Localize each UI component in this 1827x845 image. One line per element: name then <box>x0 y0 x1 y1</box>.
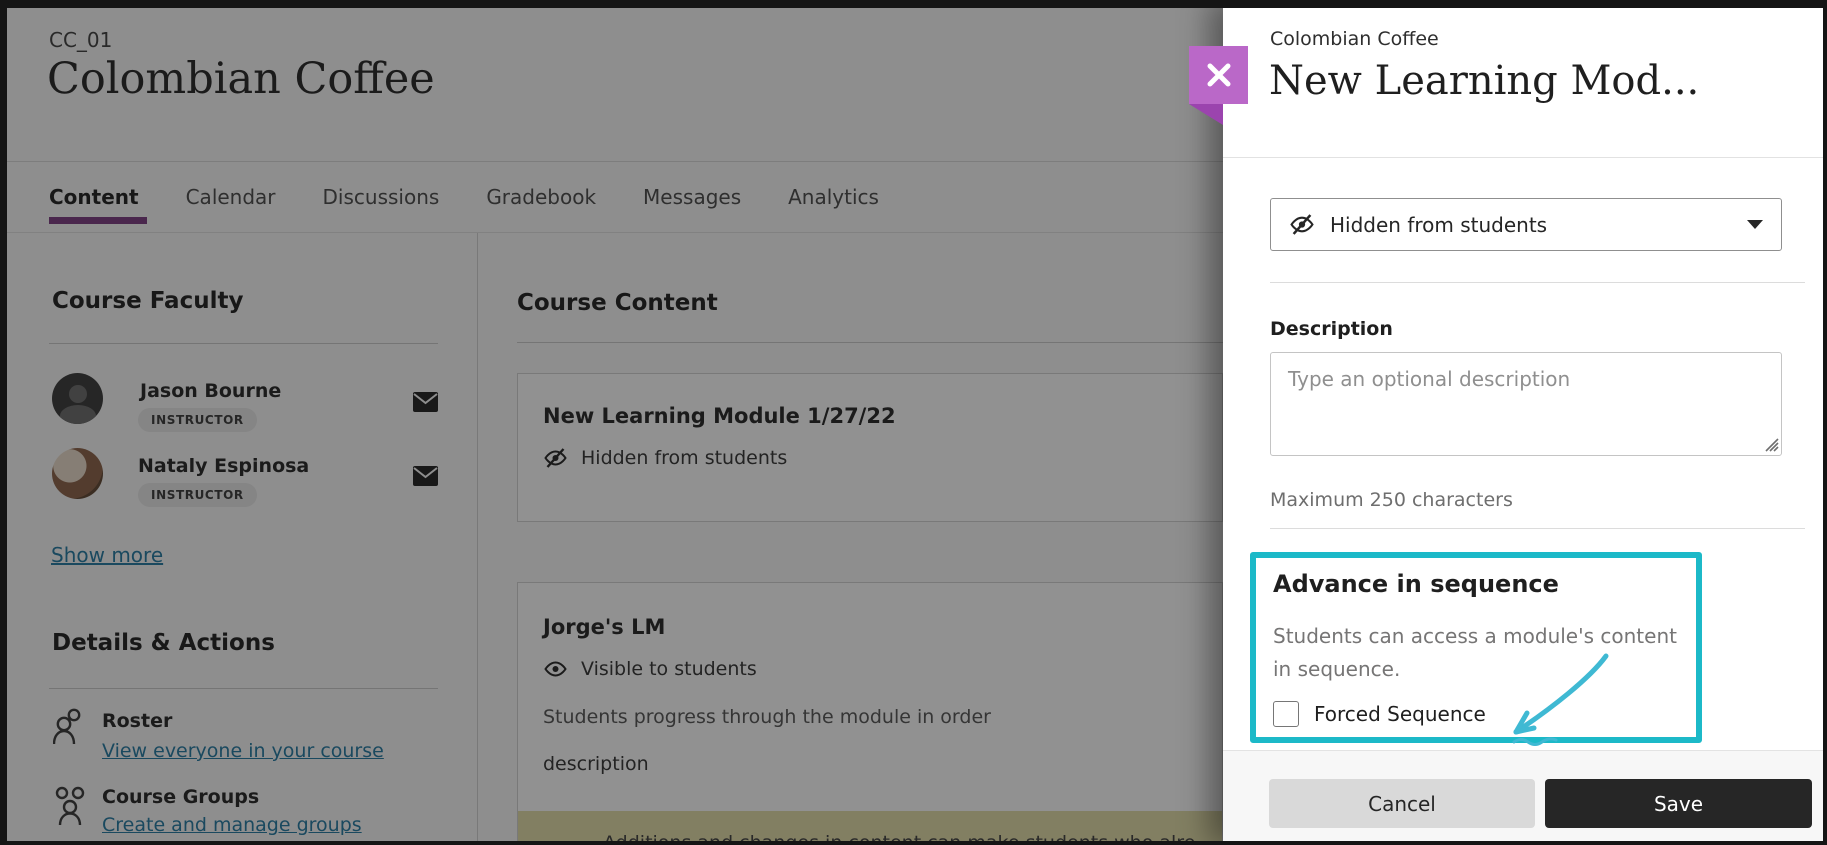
close-icon <box>1204 60 1234 90</box>
learning-module-panel: Colombian Coffee New Learning Mod... Hid… <box>1223 0 1827 845</box>
advance-in-sequence-highlight: Advance in sequence Students can access … <box>1250 552 1702 743</box>
advance-heading: Advance in sequence <box>1273 570 1559 598</box>
visibility-select[interactable]: Hidden from students <box>1270 198 1782 251</box>
visibility-select-value: Hidden from students <box>1330 213 1547 237</box>
close-button[interactable] <box>1189 46 1248 104</box>
panel-footer: Cancel Save <box>1223 750 1827 845</box>
advance-description: Students can access a module's content i… <box>1273 620 1683 686</box>
chevron-down-icon <box>1747 220 1763 229</box>
description-input[interactable] <box>1270 352 1782 456</box>
description-helper: Maximum 250 characters <box>1270 489 1513 511</box>
forced-sequence-label: Forced Sequence <box>1314 702 1486 726</box>
description-label: Description <box>1270 318 1393 340</box>
cancel-button[interactable]: Cancel <box>1269 779 1535 828</box>
save-button[interactable]: Save <box>1545 779 1812 828</box>
divider <box>1223 157 1827 158</box>
eye-slash-icon <box>1289 213 1315 236</box>
panel-course-name: Colombian Coffee <box>1270 28 1439 50</box>
screen: CC_01 Colombian Coffee Content Calendar … <box>0 0 1827 845</box>
forced-sequence-checkbox[interactable] <box>1273 701 1299 727</box>
divider <box>1270 528 1805 529</box>
divider <box>1270 282 1805 283</box>
panel-title: New Learning Mod... <box>1269 58 1699 104</box>
modal-dim-overlay <box>0 0 1223 845</box>
